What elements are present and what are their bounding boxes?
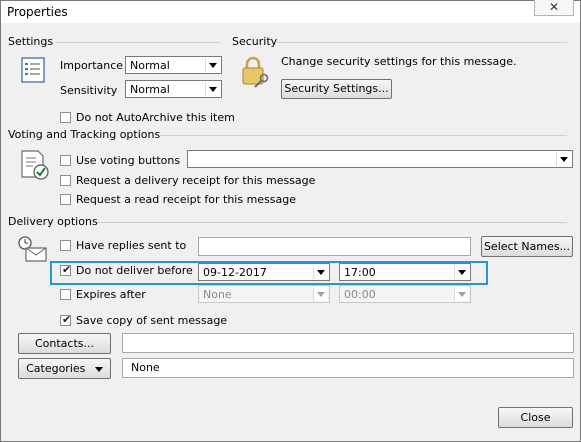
expires-date-dropdown[interactable]: None: [198, 285, 330, 303]
delivery-divider: [97, 222, 567, 223]
categories-button-label: Categories: [26, 362, 86, 375]
chevron-down-icon: [556, 152, 571, 166]
close-button[interactable]: Close: [498, 407, 573, 428]
sensitivity-label: Sensitivity: [60, 84, 118, 97]
close-window-button[interactable]: ✕: [534, 0, 574, 16]
voting-buttons-dropdown[interactable]: [187, 150, 573, 168]
no-autoarchive-label: Do not AutoArchive this item: [76, 111, 235, 124]
security-divider: [277, 42, 567, 43]
delivery-receipt-checkbox[interactable]: [60, 175, 71, 186]
importance-dropdown[interactable]: Normal: [125, 56, 222, 74]
categories-button[interactable]: Categories: [18, 358, 111, 379]
settings-group-label: Settings: [8, 35, 54, 48]
delivery-clock-icon: [16, 235, 48, 266]
use-voting-checkbox[interactable]: [60, 155, 71, 166]
window-title: Properties: [7, 5, 68, 19]
chevron-down-icon: [454, 287, 469, 301]
settings-list-icon: [21, 57, 47, 86]
lock-key-icon: [239, 55, 273, 92]
chevron-down-icon: [205, 82, 220, 96]
have-replies-checkbox[interactable]: [60, 240, 71, 251]
categories-field[interactable]: None: [122, 358, 574, 378]
voting-group-label: Voting and Tracking options: [8, 128, 161, 141]
voting-checklist-icon: [19, 149, 51, 184]
read-receipt-label: Request a read receipt for this message: [76, 193, 297, 206]
deliver-date-dropdown[interactable]: 09-12-2017: [198, 263, 330, 281]
use-voting-label: Use voting buttons: [76, 154, 181, 167]
no-autoarchive-checkbox[interactable]: [60, 112, 71, 123]
security-description: Change security settings for this messag…: [281, 55, 517, 68]
title-bar: Properties ✕: [1, 0, 580, 23]
delivery-group-label: Delivery options: [8, 215, 98, 228]
delivery-receipt-label: Request a delivery receipt for this mess…: [76, 174, 316, 187]
checkmark-icon: ✔: [62, 313, 72, 326]
do-not-deliver-before-label: Do not deliver before: [76, 264, 193, 277]
save-copy-label: Save copy of sent message: [76, 314, 228, 327]
expires-after-checkbox[interactable]: [60, 289, 71, 300]
contacts-field[interactable]: [122, 333, 574, 353]
have-replies-label: Have replies sent to: [76, 239, 187, 252]
security-settings-button[interactable]: Security Settings...: [281, 79, 392, 99]
sensitivity-dropdown[interactable]: Normal: [125, 80, 222, 98]
do-not-deliver-before-checkbox[interactable]: ✔: [60, 263, 72, 276]
checkmark-icon: ✔: [62, 263, 72, 276]
expires-time-dropdown[interactable]: 00:00: [339, 285, 471, 303]
settings-divider: [55, 42, 221, 43]
save-copy-checkbox[interactable]: ✔: [60, 313, 72, 326]
read-receipt-checkbox[interactable]: [60, 194, 71, 205]
triangle-down-icon: [94, 366, 103, 372]
chevron-down-icon: [313, 287, 328, 301]
chevron-down-icon: [313, 265, 328, 279]
select-names-button[interactable]: Select Names...: [481, 236, 573, 257]
voting-divider: [159, 135, 567, 136]
chevron-down-icon: [454, 265, 469, 279]
chevron-down-icon: [205, 58, 220, 72]
properties-dialog: Properties ✕ Settings Importance Normal …: [0, 0, 581, 442]
expires-after-label: Expires after: [76, 288, 146, 301]
deliver-time-dropdown[interactable]: 17:00: [339, 263, 471, 281]
replies-to-field[interactable]: [198, 237, 471, 256]
security-group-label: Security: [232, 35, 278, 48]
importance-label: Importance: [60, 59, 124, 72]
contacts-button[interactable]: Contacts...: [18, 333, 111, 354]
